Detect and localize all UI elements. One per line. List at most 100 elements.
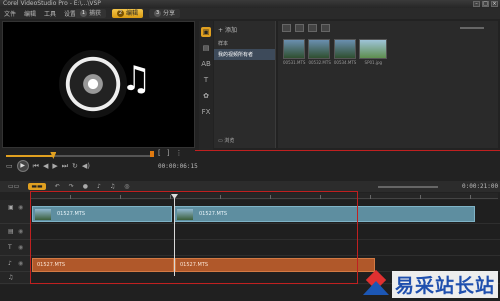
browse-button[interactable]: ▭ 浏览	[218, 137, 234, 144]
title-icon[interactable]: T	[201, 75, 211, 85]
track-toggle-icon[interactable]: ◉	[18, 228, 23, 235]
title-bar: Corel VideoStudio Pro - E:\...\VSP – □ ×	[0, 0, 500, 8]
home-icon[interactable]: ⏮	[33, 162, 39, 171]
ruler-tick	[420, 195, 421, 199]
step-share[interactable]: 3 分享	[149, 9, 181, 18]
prev-frame-icon[interactable]: ◀	[43, 162, 48, 170]
menu-edit[interactable]: 编辑	[20, 9, 40, 18]
redo-icon[interactable]: ↷	[69, 183, 74, 190]
filter-icon[interactable]: FX	[201, 107, 211, 117]
mark-in-icon[interactable]: [	[158, 149, 161, 157]
track-toggle-icon[interactable]: ◉	[18, 244, 23, 251]
maximize-icon[interactable]: □	[482, 1, 489, 7]
thumbnail-zoom-slider[interactable]	[460, 27, 484, 29]
media-icon[interactable]: ▣	[201, 27, 211, 37]
timeline-zoom-slider[interactable]	[378, 186, 438, 188]
media-label: 00534.MTS	[333, 60, 357, 65]
media-thumbnail	[283, 39, 305, 59]
track-header-voice[interactable]: ♪ ◉	[0, 256, 30, 272]
track-header-video[interactable]: ▣ ◉	[0, 200, 30, 224]
track-header-overlay[interactable]: ▤ ◉	[0, 224, 30, 240]
media-item[interactable]: 00531.MTS	[283, 39, 305, 65]
undo-icon[interactable]: ↶	[55, 183, 60, 190]
add-label: 添加	[224, 27, 237, 34]
media-label: 00531.MTS	[283, 60, 306, 65]
step-label: 编辑	[126, 10, 139, 17]
media-label: 00532.MTS	[308, 60, 331, 65]
next-frame-icon[interactable]: ▶	[52, 162, 57, 170]
voice-track-icon: ♪	[8, 260, 12, 267]
add-folder-button[interactable]: + 添加	[214, 21, 275, 38]
minimize-icon[interactable]: –	[473, 1, 480, 7]
speaker-icon	[59, 50, 127, 118]
watermark-text: 易采站长站	[391, 270, 498, 298]
media-label: SP01.jpg	[364, 60, 383, 65]
project-mode-icon[interactable]: ▭	[6, 162, 13, 170]
record-icon[interactable]: ●	[83, 183, 88, 190]
import-media-icon[interactable]	[282, 24, 291, 32]
folder-item-sample[interactable]: 样本	[214, 38, 275, 49]
step-number: 1	[80, 10, 87, 17]
watermark: 易采站长站	[362, 269, 498, 298]
window-controls: – □ ×	[473, 1, 498, 7]
mark-out-icon[interactable]: ]	[167, 149, 170, 157]
scrub-progress	[6, 155, 54, 157]
step-edit[interactable]: 2 编辑	[112, 9, 144, 18]
workflow-steps: 1 捕获 2 编辑 3 分享	[75, 9, 181, 18]
media-thumbnails: 00531.MTS 00532.MTS 00534.MTS SP01.jpg	[283, 39, 388, 65]
volume-icon[interactable]: ◀)	[82, 162, 90, 170]
play-button[interactable]: ▶	[16, 160, 29, 172]
ruler-tick	[470, 195, 471, 199]
step-number: 2	[117, 10, 125, 17]
video-track-icon: ▣	[8, 204, 14, 211]
trim-buttons: [ ] ⋮	[158, 149, 182, 157]
instant-project-icon[interactable]: ▤	[201, 43, 211, 53]
close-icon[interactable]: ×	[491, 1, 498, 7]
browse-label: 浏览	[224, 138, 235, 144]
menu-tools[interactable]: 工具	[40, 9, 60, 18]
step-capture[interactable]: 1 捕获	[75, 9, 107, 18]
media-item[interactable]: SP01.jpg	[359, 39, 388, 65]
storyboard-view-icon[interactable]: ▭▭	[8, 183, 19, 190]
title-track-icon: T	[8, 244, 12, 251]
highlight-line	[195, 150, 500, 151]
media-thumbnail	[308, 39, 331, 59]
repeat-icon[interactable]: ↻	[72, 162, 78, 170]
transition-icon[interactable]: AB	[201, 59, 211, 69]
track-toggle-icon[interactable]: ◉	[18, 260, 23, 267]
end-icon[interactable]: ⏭	[62, 162, 68, 171]
player-timecode[interactable]: 00:00:06:15	[158, 163, 198, 170]
track-toggle-icon[interactable]: ◉	[18, 204, 23, 211]
auto-music-icon[interactable]: ♫	[110, 183, 115, 190]
split-icon[interactable]: ⋮	[175, 149, 182, 157]
show-audio-icon[interactable]	[321, 24, 330, 32]
track-header-title[interactable]: T ◉	[0, 240, 30, 256]
ruler-tick	[370, 195, 371, 199]
step-label: 捕获	[89, 10, 102, 17]
step-number: 3	[154, 10, 162, 17]
timeline-view-icon[interactable]: ▬▬	[28, 183, 46, 190]
video-editor-app: Corel VideoStudio Pro - E:\...\VSP – □ ×…	[0, 0, 500, 301]
graphic-icon[interactable]: ✿	[201, 91, 211, 101]
scrub-track[interactable]	[6, 152, 154, 159]
window-title: Corel VideoStudio Pro - E:\...\VSP	[3, 0, 101, 7]
show-video-icon[interactable]	[295, 24, 304, 32]
highlight-box	[30, 191, 358, 284]
preview-window: ♫	[2, 21, 195, 148]
watermark-logo-icon	[362, 269, 389, 297]
track-header-music[interactable]: ♫	[0, 272, 30, 284]
step-label: 分享	[163, 10, 176, 17]
sound-mixer-icon[interactable]: ♪	[97, 183, 101, 190]
menu-file[interactable]: 文件	[0, 9, 20, 18]
overlay-track-icon: ▤	[8, 228, 14, 235]
trim-end-marker[interactable]	[150, 151, 154, 157]
media-item[interactable]: 00534.MTS	[333, 39, 357, 65]
show-photo-icon[interactable]	[308, 24, 317, 32]
music-track-icon: ♫	[8, 274, 14, 281]
motion-tracking-icon[interactable]: ◎	[124, 183, 129, 190]
media-item[interactable]: 00532.MTS	[308, 39, 331, 65]
folder-item-my-videos[interactable]: 我的视频所有者	[214, 49, 275, 60]
library-panel: 00531.MTS 00532.MTS 00534.MTS SP01.jpg	[278, 21, 498, 148]
timeline-duration: 0:00:21:00	[462, 183, 499, 190]
music-note-icon: ♫	[121, 59, 152, 99]
